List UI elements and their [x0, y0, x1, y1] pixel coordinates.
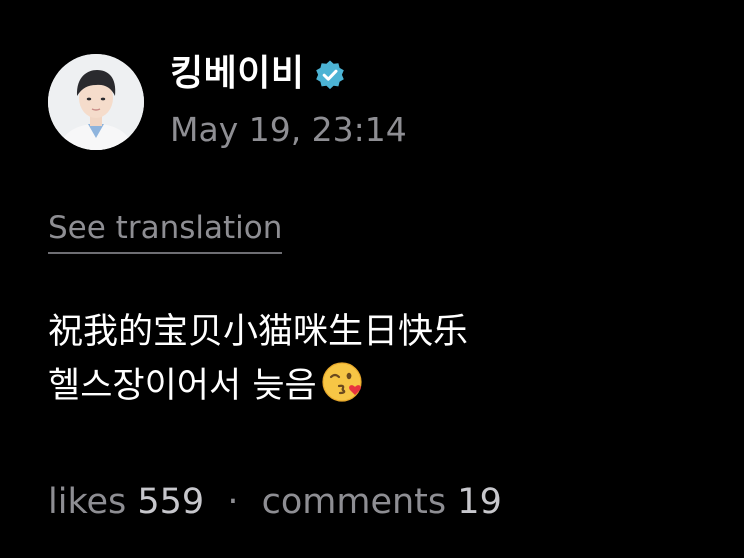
caption-line-2: 헬스장이어서 늦음 [48, 359, 708, 413]
post-timestamp: May 19, 23:14 [170, 110, 407, 149]
post-stats: likes 559 · comments 19 [48, 478, 502, 526]
comments-count[interactable]: 19 [457, 482, 502, 522]
caption-line-2-text: 헬스장이어서 늦음 [48, 366, 317, 406]
caption-line-1: 祝我的宝贝小猫咪生日快乐 [48, 312, 469, 352]
comments-label[interactable]: comments [262, 482, 447, 522]
verified-badge-icon [314, 59, 346, 91]
profile-photo-icon [48, 54, 144, 150]
likes-label[interactable]: likes [48, 482, 126, 522]
kiss-emoji-icon [321, 359, 367, 405]
author-username[interactable]: 킹베이비 [170, 52, 304, 96]
post-card: 킹베이비 May 19, 23:14 See translation 祝我的宝贝… [0, 0, 744, 558]
see-translation-link[interactable]: See translation [48, 206, 283, 254]
stats-separator: · [227, 482, 239, 522]
author-header: 킹베이비 [170, 52, 346, 96]
likes-count[interactable]: 559 [137, 482, 204, 522]
post-caption: 祝我的宝贝小猫咪生日快乐 헬스장이어서 늦음 [48, 306, 708, 413]
author-avatar[interactable] [48, 54, 144, 150]
